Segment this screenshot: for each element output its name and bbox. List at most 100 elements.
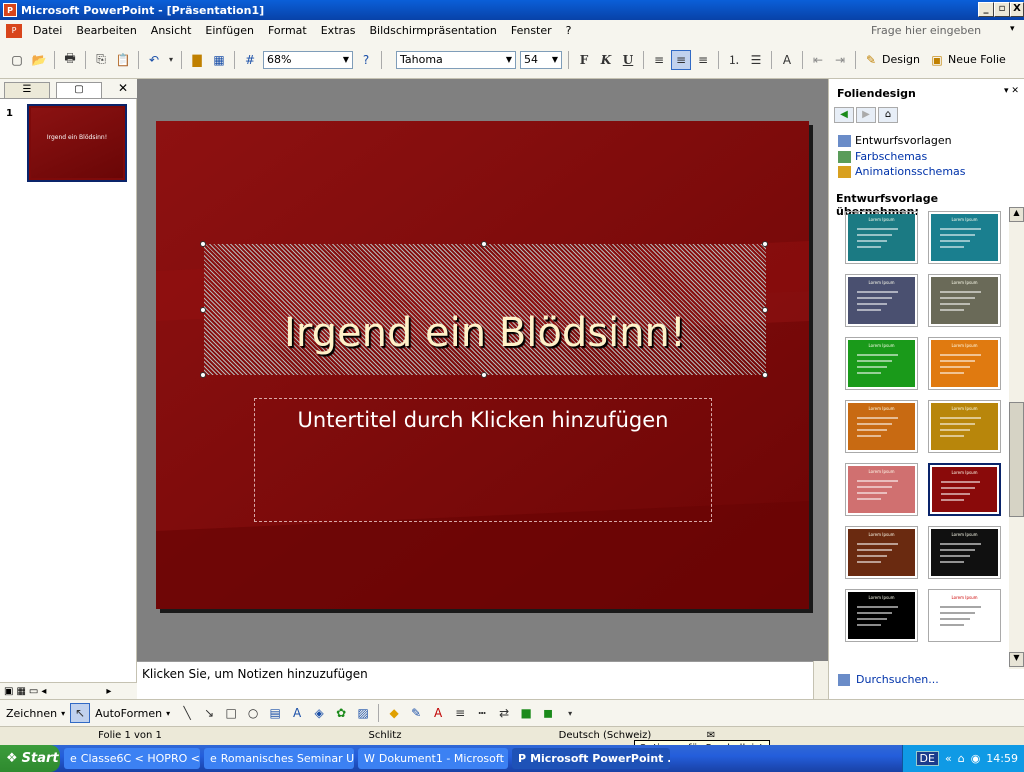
design-template-thumbnail[interactable]: Lorem Ipsum	[928, 526, 1001, 579]
subtitle-placeholder-text[interactable]: Untertitel durch Klicken hinzufügen	[254, 405, 712, 435]
design-template-thumbnail[interactable]: Lorem Ipsum	[845, 337, 918, 390]
arrow-style-icon[interactable]: ⇄	[494, 703, 514, 723]
select-pointer-icon[interactable]: ↖	[70, 703, 91, 723]
design-template-thumbnail[interactable]: Lorem Ipsum	[845, 400, 918, 453]
design-template-thumbnail[interactable]: Lorem Ipsum	[845, 274, 918, 327]
design-template-thumbnail[interactable]: Lorem Ipsum	[928, 463, 1001, 516]
scroll-right-icon[interactable]: ▸	[106, 686, 111, 697]
rectangle-icon[interactable]: □	[221, 703, 241, 723]
menu-format[interactable]: Format	[261, 24, 314, 37]
line-style-icon[interactable]: ≡	[450, 703, 470, 723]
wordart-icon[interactable]: A	[287, 703, 307, 723]
shadow-icon[interactable]: ■	[516, 703, 536, 723]
dash-style-icon[interactable]: ┅	[472, 703, 492, 723]
back-icon[interactable]: ◀	[834, 107, 854, 123]
resize-handle[interactable]	[762, 241, 768, 247]
slide-thumbnail[interactable]: Irgend ein Blödsinn!	[27, 104, 127, 182]
minimize-button[interactable]: _	[978, 2, 994, 17]
clipart-icon[interactable]: ✿	[331, 703, 351, 723]
undo-dropdown-icon[interactable]: ▾	[166, 50, 176, 70]
language-indicator[interactable]: DE	[915, 751, 939, 766]
powerpoint-icon[interactable]: P	[3, 3, 17, 17]
close-button[interactable]: X	[1010, 2, 1024, 17]
3d-icon[interactable]: ◼	[538, 703, 558, 723]
notes-scrollbar[interactable]	[813, 661, 828, 699]
normal-view-icon[interactable]: ▣	[4, 686, 13, 697]
new-icon[interactable]: ▢	[7, 50, 27, 70]
tab-slides[interactable]: ▢	[56, 82, 102, 98]
notes-field[interactable]: Klicken Sie, um Notizen hinzuzufügen	[137, 661, 813, 699]
help-icon[interactable]: ?	[356, 50, 376, 70]
start-button[interactable]: ❖ Start	[0, 745, 60, 772]
design-template-thumbnail[interactable]: Lorem Ipsum	[928, 274, 1001, 327]
menu-einfuegen[interactable]: Einfügen	[198, 24, 261, 37]
menu-help[interactable]: ?	[559, 24, 579, 37]
scroll-up-icon[interactable]: ▲	[1009, 207, 1024, 222]
forward-icon[interactable]: ▶	[856, 107, 876, 123]
help-dropdown-icon[interactable]: ▾	[1010, 24, 1015, 34]
menu-datei[interactable]: Datei	[26, 24, 69, 37]
design-template-thumbnail[interactable]: Lorem Ipsum	[845, 589, 918, 642]
align-center-icon[interactable]: ≡	[671, 49, 691, 70]
print-icon[interactable]: 🖶	[60, 50, 80, 70]
font-color-icon[interactable]: A	[428, 703, 448, 723]
design-button[interactable]: Design	[882, 53, 920, 66]
design-template-thumbnail[interactable]: Lorem Ipsum	[845, 211, 918, 264]
resize-handle[interactable]	[762, 372, 768, 378]
tab-outline[interactable]: ☰	[4, 82, 50, 98]
slideshow-view-icon[interactable]: ▭	[29, 686, 38, 697]
decrease-indent-icon[interactable]: ⇤	[808, 50, 828, 70]
align-right-icon[interactable]: ≡	[693, 50, 713, 70]
sorter-view-icon[interactable]: ▦	[16, 686, 25, 697]
bulleted-list-icon[interactable]: ☰	[746, 50, 766, 70]
link-entwurfsvorlagen[interactable]: Entwurfsvorlagen	[838, 134, 952, 147]
scroll-left-icon[interactable]: ◂	[41, 686, 46, 697]
line-color-icon[interactable]: ✎	[406, 703, 426, 723]
close-icon[interactable]: ✕	[118, 81, 128, 95]
scroll-thumb[interactable]	[1009, 402, 1024, 517]
chart-icon[interactable]: ▇	[187, 50, 207, 70]
grid-icon[interactable]: #	[240, 50, 260, 70]
line-icon[interactable]: ╲	[177, 703, 197, 723]
document-icon[interactable]: P	[6, 23, 22, 38]
design-template-thumbnail[interactable]: Lorem Ipsum	[845, 526, 918, 579]
taskbar-item[interactable]: e Romanisches Seminar Un...	[204, 748, 354, 769]
task-pane-menu-icon[interactable]: ▾ ✕	[1004, 86, 1019, 96]
menu-bildschirmpraesentation[interactable]: Bildschirmpräsentation	[363, 24, 504, 37]
picture-icon[interactable]: ▨	[353, 703, 373, 723]
help-search-input[interactable]: Frage hier eingeben	[866, 23, 1008, 39]
scroll-down-icon[interactable]: ▼	[1009, 652, 1024, 667]
network-icon[interactable]: ⌂	[958, 752, 965, 765]
volume-icon[interactable]: ◉	[971, 752, 981, 765]
taskbar-item-active[interactable]: P Microsoft PowerPoint ...	[512, 748, 670, 769]
design-template-thumbnail[interactable]: Lorem Ipsum	[928, 337, 1001, 390]
resize-handle[interactable]	[200, 241, 206, 247]
home-icon[interactable]: ⌂	[878, 107, 898, 123]
resize-handle[interactable]	[200, 372, 206, 378]
zeichnen-menu[interactable]: Zeichnen	[6, 707, 57, 720]
undo-icon[interactable]: ↶	[144, 50, 164, 70]
tray-expand-icon[interactable]: «	[945, 752, 952, 765]
menu-fenster[interactable]: Fenster	[504, 24, 559, 37]
new-slide-button[interactable]: Neue Folie	[948, 53, 1006, 66]
arrow-icon[interactable]: ↘	[199, 703, 219, 723]
increase-font-icon[interactable]: A	[777, 50, 797, 70]
copy-icon[interactable]: ⎘	[91, 50, 111, 70]
oval-icon[interactable]: ○	[243, 703, 263, 723]
underline-button[interactable]: U	[618, 50, 638, 70]
browse-link[interactable]: Durchsuchen...	[838, 673, 939, 686]
restore-button[interactable]: ▫	[994, 2, 1010, 17]
taskbar-item[interactable]: W Dokument1 - Microsoft ...	[358, 748, 508, 769]
open-icon[interactable]: 📂	[29, 50, 49, 70]
link-animationsschemas[interactable]: Animationsschemas	[838, 165, 966, 178]
table-icon[interactable]: ▦	[209, 50, 229, 70]
design-template-thumbnail[interactable]: Lorem Ipsum	[928, 589, 1001, 642]
align-left-icon[interactable]: ≡	[649, 50, 669, 70]
increase-indent-icon[interactable]: ⇥	[830, 50, 850, 70]
font-select[interactable]: Tahoma ▼	[396, 50, 516, 69]
zoom-select[interactable]: 68% ▼	[263, 50, 353, 69]
paste-icon[interactable]: 📋	[113, 50, 133, 70]
bold-button[interactable]: F	[574, 50, 594, 70]
textbox-icon[interactable]: ▤	[265, 703, 285, 723]
menu-bearbeiten[interactable]: Bearbeiten	[69, 24, 143, 37]
